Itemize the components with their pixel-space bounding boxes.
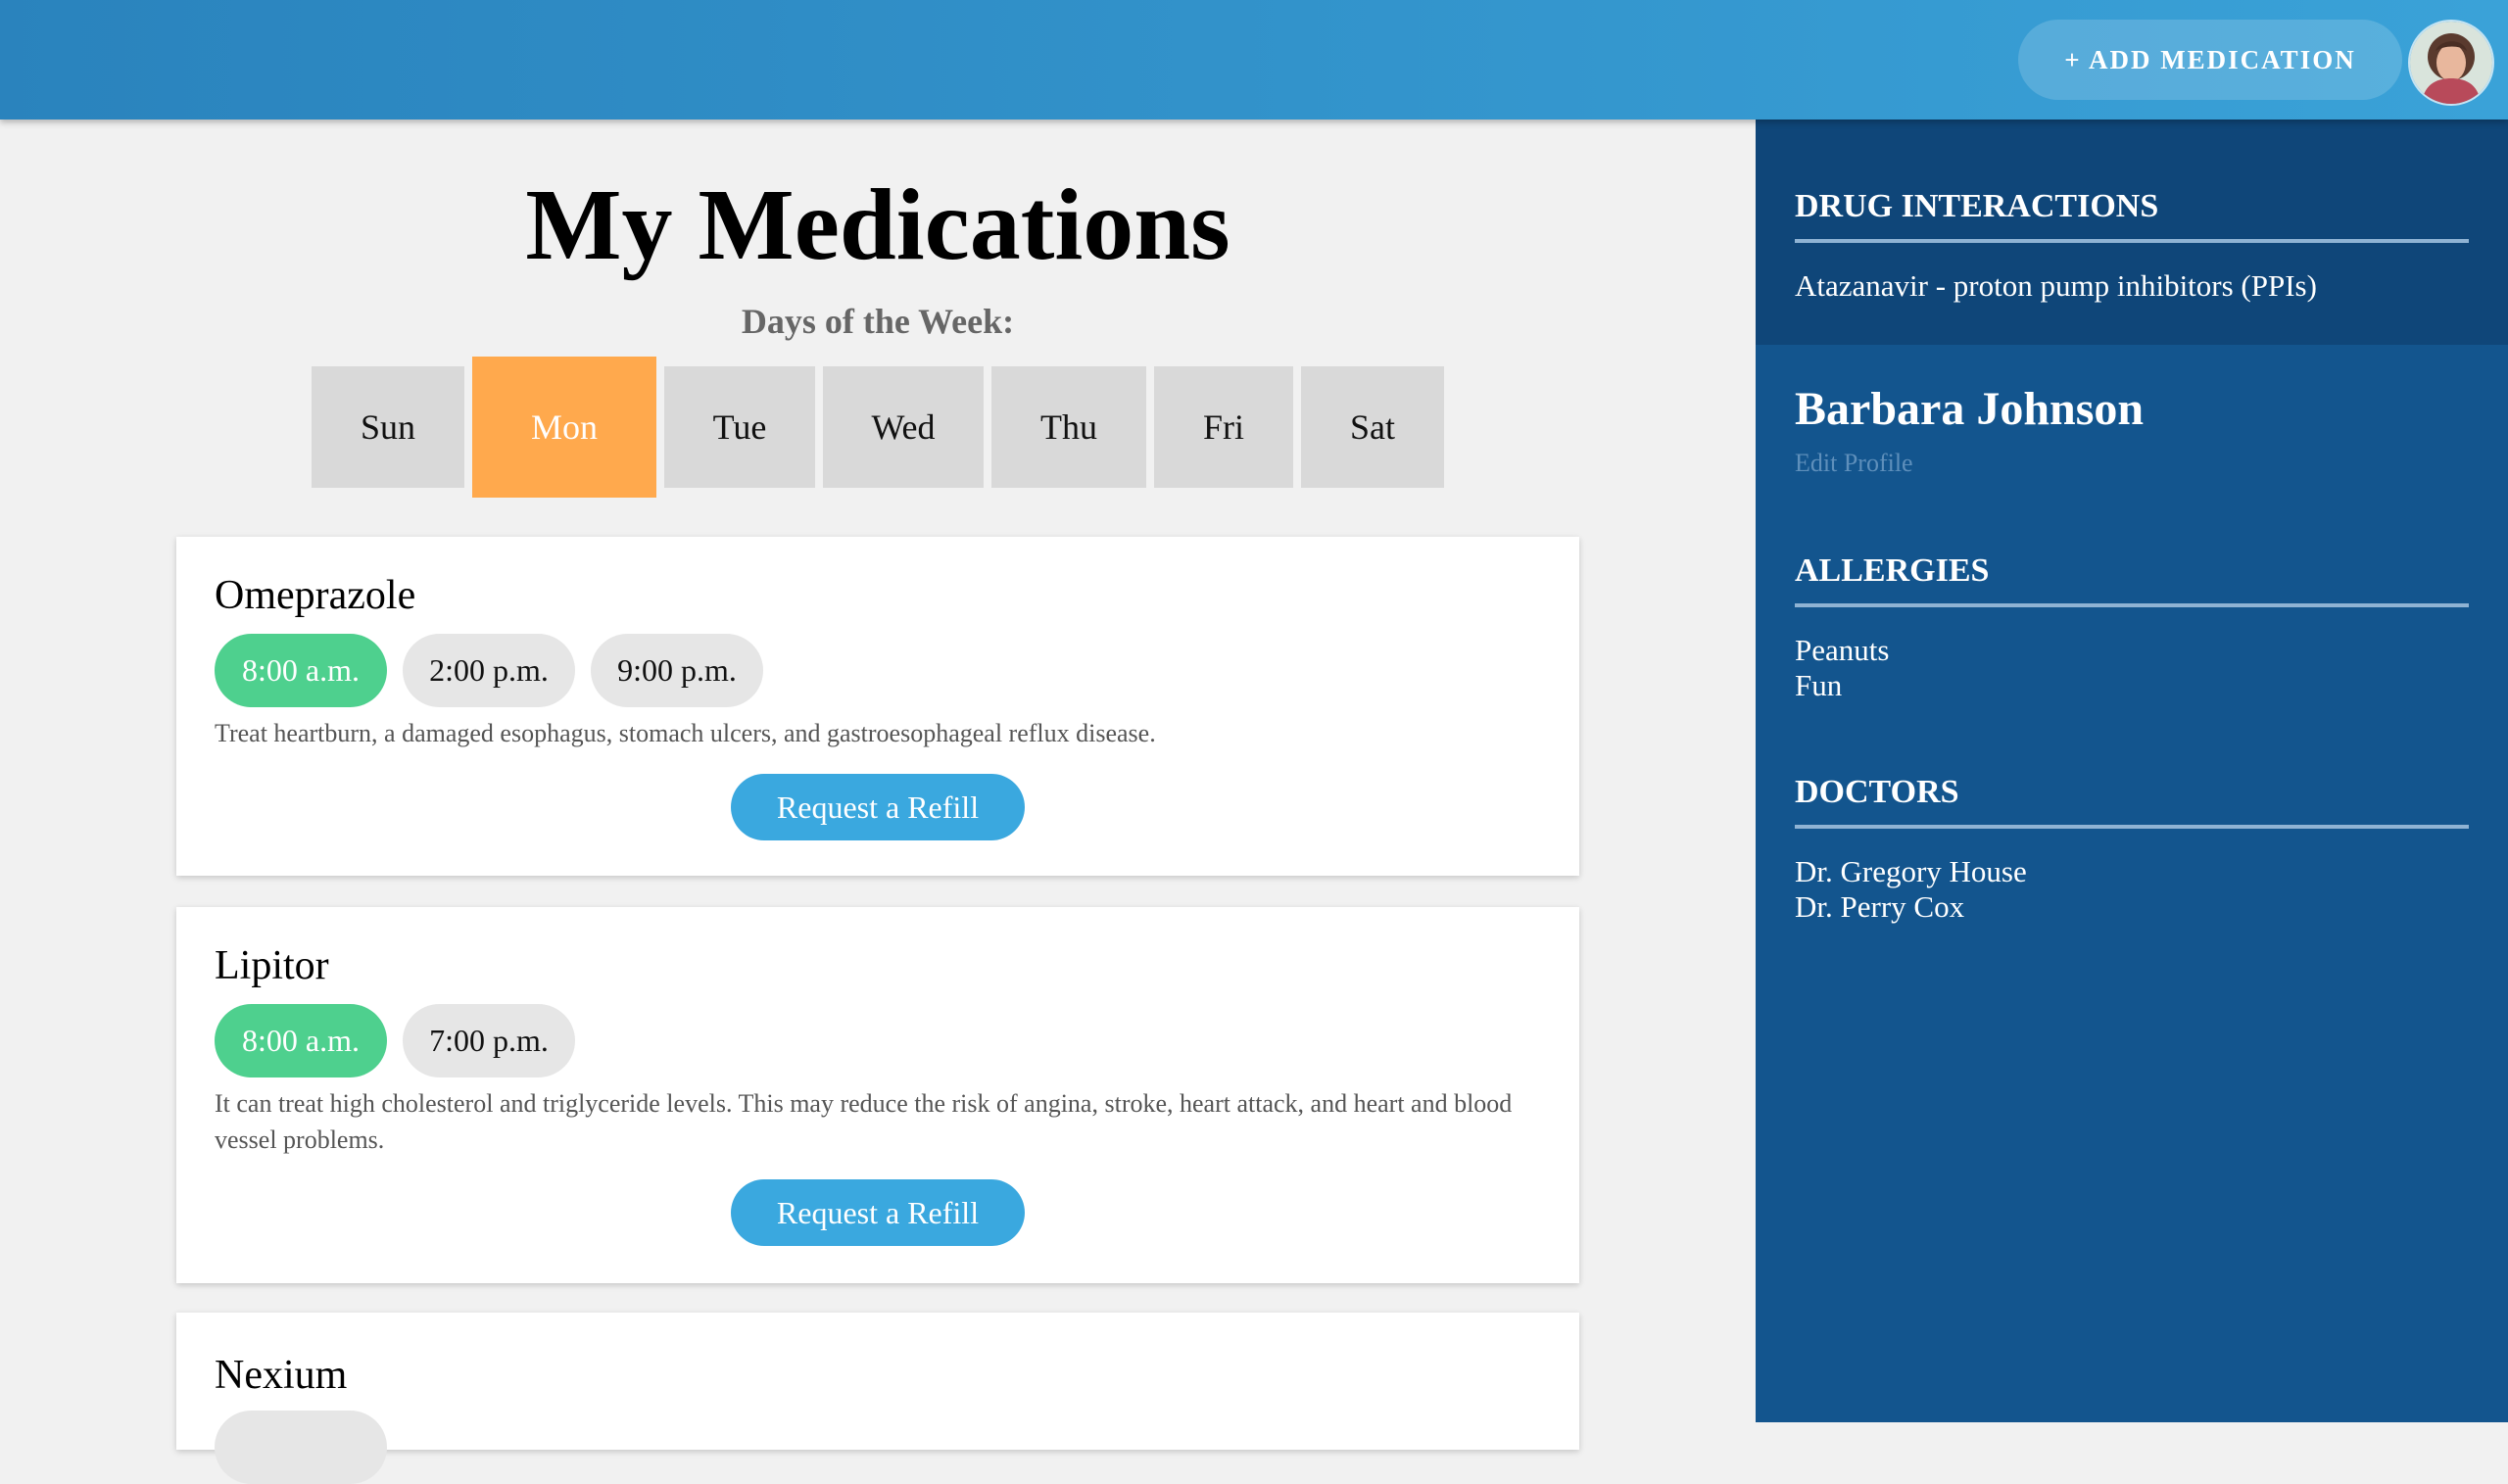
drug-interactions-heading: DRUG INTERACTIONS	[1795, 188, 2469, 243]
page-title: My Medications	[525, 168, 1230, 281]
dose-time-pill[interactable]: 8:00 a.m.	[215, 634, 387, 707]
add-medication-button[interactable]: + ADD MEDICATION	[2018, 20, 2402, 100]
day-tab-wed[interactable]: Wed	[823, 366, 984, 488]
doctor-item: Dr. Gregory House	[1795, 854, 2027, 888]
doctors-heading: DOCTORS	[1795, 774, 2469, 829]
medication-name: Omeprazole	[215, 573, 416, 618]
profile-name: Barbara Johnson	[1795, 383, 2145, 435]
day-tab-thu[interactable]: Thu	[991, 366, 1146, 488]
medication-name: Lipitor	[215, 943, 329, 988]
day-tab-sun[interactable]: Sun	[312, 366, 464, 488]
medication-card: Omeprazole 8:00 a.m. 2:00 p.m. 9:00 p.m.…	[176, 537, 1579, 876]
dose-time-pill[interactable]	[215, 1411, 387, 1484]
medication-description: Treat heartburn, a damaged esophagus, st…	[215, 719, 1156, 747]
medication-description: It can treat high cholesterol and trigly…	[215, 1089, 1513, 1154]
medication-card: Lipitor 8:00 a.m. 7:00 p.m. It can treat…	[176, 907, 1579, 1283]
medication-name: Nexium	[215, 1353, 348, 1398]
doctor-item: Dr. Perry Cox	[1795, 889, 1965, 924]
day-tab-mon[interactable]: Mon	[472, 357, 656, 498]
allergies-heading: ALLERGIES	[1795, 552, 2469, 607]
drug-interactions-panel: DRUG INTERACTIONS Atazanavir - proton pu…	[1756, 120, 2508, 345]
dose-time-pill[interactable]: 2:00 p.m.	[403, 634, 575, 707]
dose-time-pill[interactable]: 8:00 a.m.	[215, 1004, 387, 1077]
top-bar: + ADD MEDICATION	[0, 0, 2508, 120]
medication-card: Nexium	[176, 1313, 1579, 1484]
edit-profile-link[interactable]: Edit Profile	[1795, 449, 1913, 478]
allergy-item: Peanuts	[1795, 633, 1890, 667]
days-of-week-label: Days of the Week:	[741, 302, 1015, 341]
day-tab-sat[interactable]: Sat	[1301, 366, 1444, 488]
allergy-item: Fun	[1795, 668, 1843, 702]
main-content: My Medications Days of the Week: Sun Mon…	[0, 120, 1756, 1484]
user-avatar-icon[interactable]	[2408, 20, 2494, 106]
sidebar: DRUG INTERACTIONS Atazanavir - proton pu…	[1756, 120, 2508, 1422]
day-tab-tue[interactable]: Tue	[664, 366, 815, 488]
request-refill-button[interactable]: Request a Refill	[731, 1179, 1025, 1246]
dose-time-pill[interactable]: 7:00 p.m.	[403, 1004, 575, 1077]
request-refill-button[interactable]: Request a Refill	[731, 774, 1025, 840]
day-tab-fri[interactable]: Fri	[1154, 366, 1293, 488]
drug-interaction-item: Atazanavir - proton pump inhibitors (PPI…	[1795, 268, 2317, 303]
dose-time-pill[interactable]: 9:00 p.m.	[591, 634, 763, 707]
